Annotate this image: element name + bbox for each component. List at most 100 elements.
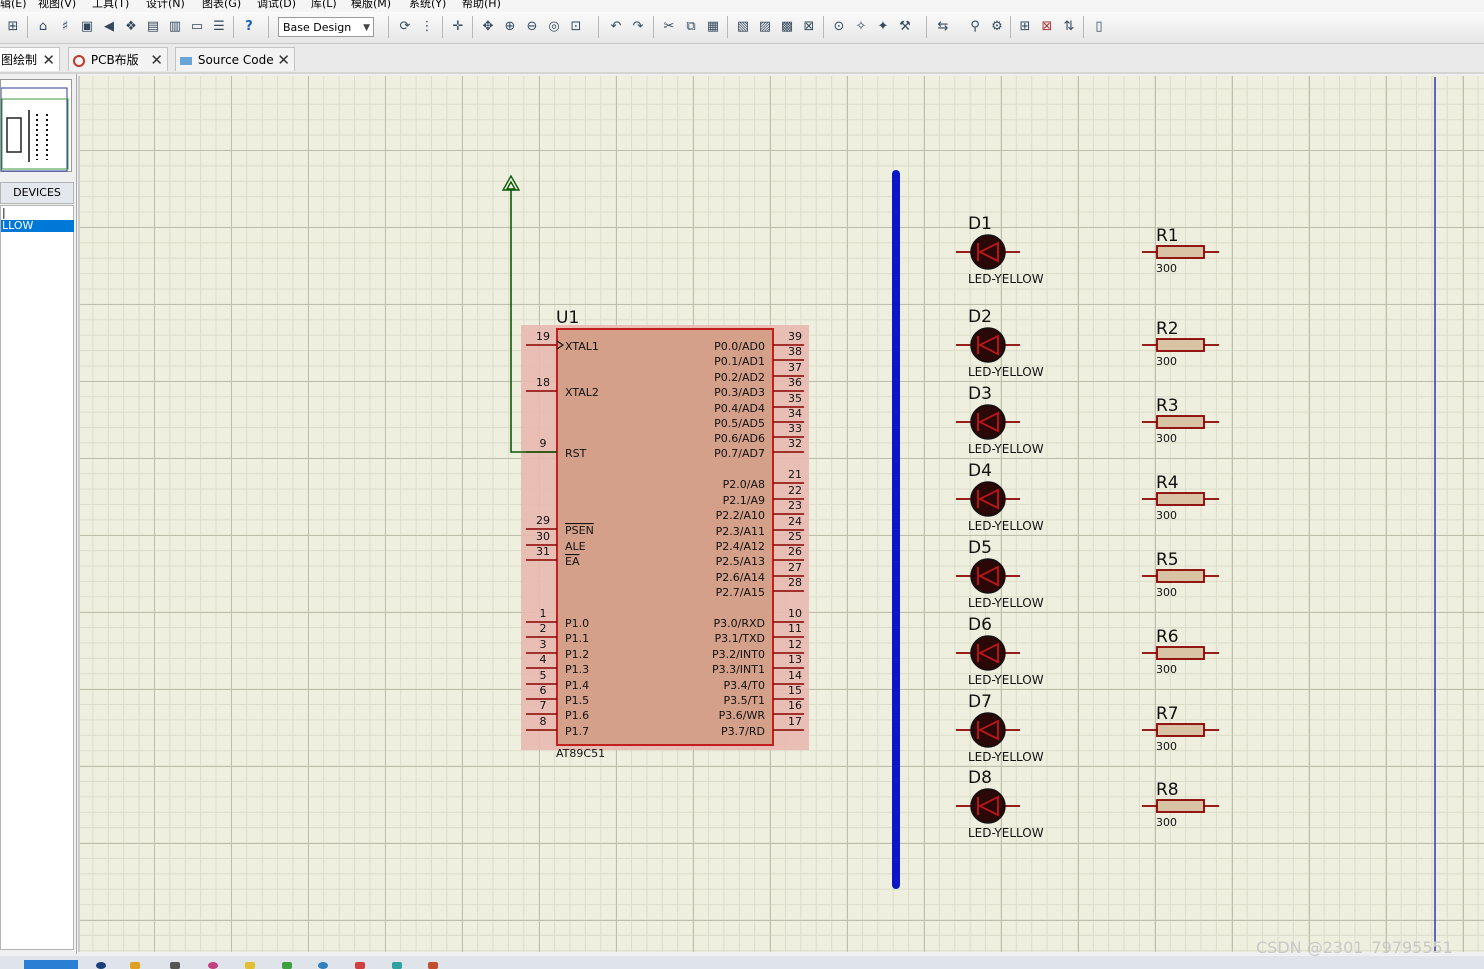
device-item[interactable]: | — [1, 207, 74, 219]
zoom-out-icon[interactable]: ⊖ — [523, 18, 541, 36]
menu-debug[interactable]: 调试(D) — [257, 0, 296, 9]
close-icon[interactable]: ✕ — [150, 48, 163, 72]
schematic-canvas[interactable] — [78, 76, 1484, 952]
origin-icon[interactable]: ✛ — [449, 18, 467, 36]
tab-pcb[interactable]: PCB布版 ✕ — [68, 47, 168, 71]
schematic-icon[interactable]: ♯ — [56, 18, 74, 36]
delete-sheet-icon[interactable]: ⊠ — [1038, 18, 1056, 36]
toolbar-separator — [268, 16, 269, 38]
component-icon[interactable]: ⊞ — [4, 18, 22, 36]
zoom-area-icon[interactable]: ⊡ — [567, 18, 585, 36]
devices-header: DEVICES — [0, 182, 74, 204]
back-icon[interactable]: ◀ — [100, 18, 118, 36]
menu-design[interactable]: 设计(N) — [146, 0, 185, 9]
zoom-all-icon[interactable]: ◎ — [545, 18, 563, 36]
notes-icon[interactable]: ☰ — [210, 18, 228, 36]
tab-pcb-label: PCB布版 — [90, 53, 139, 67]
chip-icon[interactable]: ▣ — [78, 18, 96, 36]
paste-icon[interactable]: ▦ — [704, 18, 722, 36]
make-device-icon[interactable]: ✧ — [852, 18, 870, 36]
taskbar-app-icon[interactable] — [428, 962, 438, 969]
tab-schematic-label: 图绘制 — [1, 53, 38, 67]
tab-source-code-label: Source Code — [197, 53, 274, 67]
menu-help[interactable]: 帮助(H) — [462, 0, 501, 9]
taskbar-app-icon[interactable] — [392, 962, 402, 969]
menu-system[interactable]: 系统(Y) — [409, 0, 446, 9]
taskbar-app-icon[interactable] — [282, 962, 292, 969]
pick-device-icon[interactable]: ⊙ — [830, 18, 848, 36]
code-file-icon — [180, 56, 192, 65]
taskbar-app-icon[interactable] — [170, 962, 180, 969]
child-sheet-icon[interactable]: ⇅ — [1060, 18, 1078, 36]
search-icon[interactable]: ⚲ — [966, 18, 984, 36]
close-icon[interactable]: ✕ — [42, 48, 55, 72]
cut-icon[interactable]: ✂ — [660, 18, 678, 36]
toolbar-separator — [823, 16, 824, 38]
package-tool-icon[interactable]: ✦ — [874, 18, 892, 36]
netlist-icon[interactable]: ▯ — [1090, 18, 1108, 36]
menu-library[interactable]: 库(L) — [311, 0, 337, 9]
toolbar-separator — [1010, 16, 1011, 38]
block-move-icon[interactable]: ▨ — [756, 18, 774, 36]
refresh-icon[interactable]: ⟳ — [396, 18, 414, 36]
grid-icon[interactable]: ⋮ — [418, 18, 436, 36]
toolbar-separator — [598, 16, 599, 38]
new-sheet-icon[interactable]: ⊞ — [1016, 18, 1034, 36]
design-select-value: Base Design — [283, 21, 352, 34]
toolbar-separator — [442, 16, 443, 38]
overview-thumbnail — [0, 87, 69, 172]
overview-window[interactable] — [0, 79, 72, 172]
menu-tools[interactable]: 工具(T) — [92, 0, 129, 9]
block-rotate-icon[interactable]: ▩ — [778, 18, 796, 36]
toolbar-separator — [653, 16, 654, 38]
home-icon[interactable]: ⌂ — [34, 18, 52, 36]
menu-edit[interactable]: 辑(E) — [0, 0, 27, 9]
toolbar-separator — [472, 16, 473, 38]
pcb-icon — [73, 54, 85, 67]
device-item-selected[interactable]: LLOW — [1, 220, 74, 232]
taskbar — [0, 956, 1484, 969]
menu-graph[interactable]: 图表(G) — [202, 0, 241, 9]
property-tool-icon[interactable]: ⚙ — [988, 18, 1006, 36]
gallery-icon[interactable]: ❖ — [122, 18, 140, 36]
pan-icon[interactable]: ✥ — [479, 18, 497, 36]
source-icon[interactable]: ▥ — [166, 18, 184, 36]
menu-template[interactable]: 模版(M) — [351, 0, 391, 9]
block-copy-icon[interactable]: ▧ — [734, 18, 752, 36]
terminal-icon[interactable]: ▭ — [188, 18, 206, 36]
bom-icon[interactable]: ▤ — [144, 18, 162, 36]
toolbar-separator — [926, 16, 927, 38]
taskbar-app-icon[interactable] — [208, 962, 218, 969]
devices-list[interactable]: | LLOW — [0, 205, 74, 950]
menu-bar: 辑(E) 视图(V) 工具(T) 设计(N) 图表(G) 调试(D) 库(L) … — [0, 0, 1484, 12]
toolbar-separator — [727, 16, 728, 38]
toolbar-separator — [388, 16, 389, 38]
taskbar-app-icon[interactable] — [245, 962, 255, 969]
taskbar-app-icon[interactable] — [96, 962, 106, 969]
toolbar-separator — [1083, 16, 1084, 38]
left-panel: DEVICES | LLOW — [0, 74, 77, 954]
toolbar-separator — [27, 16, 28, 38]
taskbar-app-icon[interactable] — [130, 962, 140, 969]
taskbar-app-icon[interactable] — [318, 962, 328, 969]
taskbar-active-app[interactable] — [24, 960, 78, 969]
zoom-in-icon[interactable]: ⊕ — [501, 18, 519, 36]
wire-autoroute-icon[interactable]: ⇆ — [934, 18, 952, 36]
design-select[interactable]: Base Design ▼ — [278, 17, 374, 37]
toolbar: ⊞ ⌂ ♯ ▣ ◀ ❖ ▤ ▥ ▭ ☰ ? Base Design ▼ ⟳ ⋮ … — [0, 12, 1484, 44]
tab-schematic[interactable]: 图绘制 ✕ — [0, 47, 60, 71]
decompose-icon[interactable]: ⚒ — [896, 18, 914, 36]
tab-bar: 图绘制 ✕ PCB布版 ✕ Source Code ✕ — [0, 44, 1484, 74]
toolbar-separator — [233, 16, 234, 38]
undo-icon[interactable]: ↶ — [607, 18, 625, 36]
watermark: CSDN @2301_79795551 — [1256, 938, 1453, 957]
help-icon[interactable]: ? — [240, 18, 258, 36]
tab-source-code[interactable]: Source Code ✕ — [175, 47, 295, 71]
redo-icon[interactable]: ↷ — [629, 18, 647, 36]
chevron-down-icon: ▼ — [363, 23, 370, 33]
menu-view[interactable]: 视图(V) — [38, 0, 76, 9]
copy-icon[interactable]: ⧉ — [682, 18, 700, 36]
block-delete-icon[interactable]: ⊠ — [800, 18, 818, 36]
close-icon[interactable]: ✕ — [277, 48, 290, 72]
taskbar-app-icon[interactable] — [355, 962, 365, 969]
